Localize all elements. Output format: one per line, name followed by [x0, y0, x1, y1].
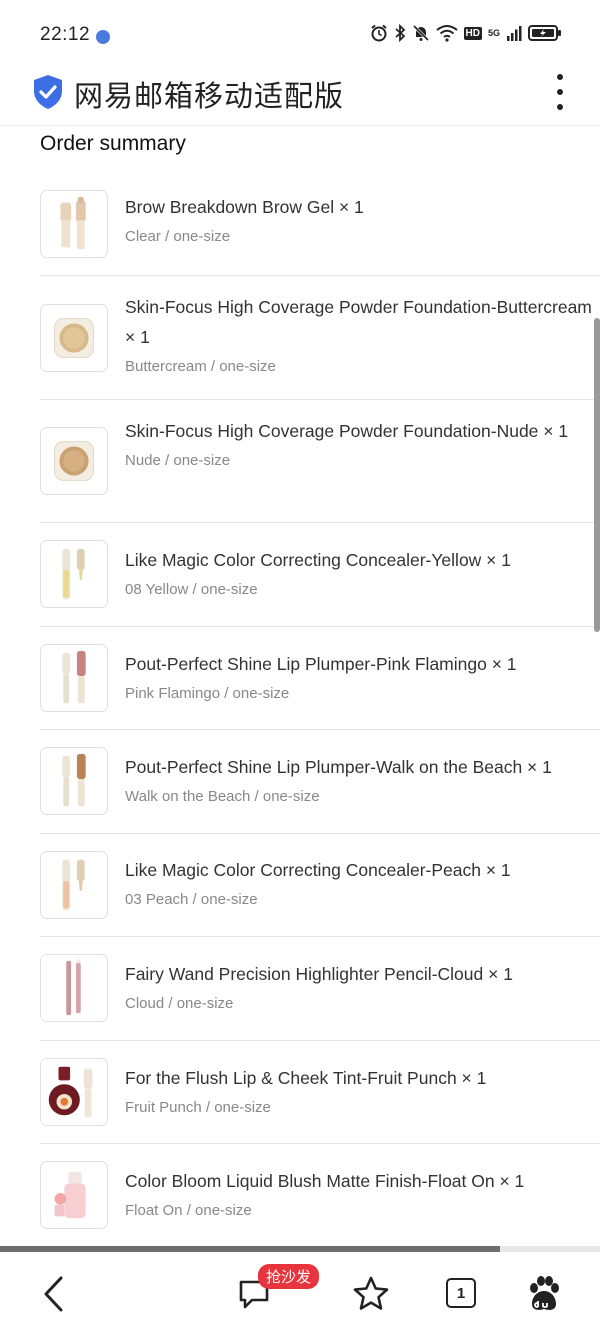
list-item: Color Bloom Liquid Blush Matte Finish-Fl…: [40, 1144, 600, 1246]
item-name: Pout-Perfect Shine Lip Plumper-Pink Flam…: [125, 654, 517, 674]
item-name: Brow Breakdown Brow Gel × 1: [125, 197, 364, 217]
order-summary-heading: Order summary: [40, 132, 186, 155]
item-variant: Nude / one-size: [125, 452, 231, 469]
list-item: Skin-Focus High Coverage Powder Foundati…: [40, 400, 600, 523]
hd-badge: HD: [463, 26, 482, 40]
tint-bottle-icon: [48, 1066, 93, 1118]
list-item: Brow Breakdown Brow Gel × 1 Clear / one-…: [40, 178, 600, 276]
back-button[interactable]: [32, 1272, 76, 1316]
favorite-button[interactable]: [349, 1272, 393, 1316]
status-time: 22:12: [40, 24, 91, 45]
star-icon: [353, 1276, 389, 1310]
item-name: Skin-Focus High Coverage Powder Foundati…: [125, 297, 592, 347]
product-thumbnail: [40, 304, 108, 372]
network-5g-label: 5G: [487, 28, 500, 38]
title-bar: 网易邮箱移动适配版: [0, 60, 600, 126]
item-variant: Float On / one-size: [125, 1202, 252, 1219]
item-name: For the Flush Lip & Cheek Tint-Fruit Pun…: [125, 1068, 487, 1088]
powder-compact-icon: [54, 318, 94, 358]
list-item: Fairy Wand Precision Highlighter Pencil-…: [40, 937, 600, 1041]
item-variant: Pink Flamingo / one-size: [125, 685, 290, 702]
concealer-wand-icon: [62, 548, 85, 600]
tabs-button[interactable]: 1: [446, 1278, 476, 1308]
status-bar: 22:12 HD 5G: [0, 0, 600, 60]
list-item: For the Flush Lip & Cheek Tint-Fruit Pun…: [40, 1041, 600, 1144]
order-items-list: Brow Breakdown Brow Gel × 1 Clear / one-…: [40, 178, 600, 1246]
lip-plumper-icon: [62, 650, 86, 704]
list-item: Pout-Perfect Shine Lip Plumper-Walk on t…: [40, 730, 600, 834]
product-thumbnail: [40, 427, 108, 495]
liquid-blush-icon: [54, 1171, 86, 1219]
more-dot-icon: [557, 74, 563, 80]
concealer-wand-icon: [62, 859, 85, 911]
product-thumbnail: [40, 644, 108, 712]
more-menu-button[interactable]: [554, 74, 566, 110]
powder-compact-icon: [54, 441, 94, 481]
battery-icon: [528, 25, 561, 41]
item-name: Pout-Perfect Shine Lip Plumper-Walk on t…: [125, 757, 552, 777]
baidu-home-button[interactable]: [522, 1272, 566, 1316]
chevron-left-icon: [44, 1276, 63, 1312]
wifi-icon: [435, 25, 458, 42]
status-icons: HD 5G: [370, 24, 562, 42]
baidu-paw-icon: [530, 1276, 559, 1310]
sofa-badge[interactable]: 抢沙发: [258, 1264, 320, 1289]
item-variant: Clear / one-size: [125, 228, 231, 245]
product-thumbnail: [40, 954, 108, 1022]
mute-bell-icon: [412, 24, 429, 42]
signal-icon: [507, 26, 522, 41]
product-thumbnail: [40, 747, 108, 815]
item-name: Skin-Focus High Coverage Powder Foundati…: [125, 421, 569, 441]
item-name: Color Bloom Liquid Blush Matte Finish-Fl…: [125, 1171, 525, 1191]
browser-bottom-nav: 抢沙发 1: [0, 1252, 600, 1332]
item-name: Fairy Wand Precision Highlighter Pencil-…: [125, 964, 513, 984]
item-variant: Buttercream / one-size: [125, 358, 276, 375]
list-item: Pout-Perfect Shine Lip Plumper-Pink Flam…: [40, 627, 600, 730]
list-item: Like Magic Color Correcting Concealer-Ye…: [40, 523, 600, 627]
page-title: 网易邮箱移动适配版: [74, 79, 345, 113]
scrollbar[interactable]: [594, 318, 600, 632]
list-item: Skin-Focus High Coverage Powder Foundati…: [40, 276, 600, 400]
item-name: Like Magic Color Correcting Concealer-Pe…: [125, 860, 511, 880]
item-variant: 08 Yellow / one-size: [125, 581, 258, 598]
more-dot-icon: [557, 89, 563, 95]
item-variant: Walk on the Beach / one-size: [125, 788, 320, 805]
bluetooth-icon: [394, 24, 405, 42]
more-dot-icon: [557, 104, 563, 110]
list-item: Like Magic Color Correcting Concealer-Pe…: [40, 834, 600, 937]
product-thumbnail: [40, 851, 108, 919]
email-content[interactable]: Order summary Brow Breakdown Brow Gel × …: [0, 126, 600, 1246]
highlighter-pencil-icon: [66, 957, 81, 1016]
brow-gel-tube-icon: [60, 196, 86, 250]
lip-plumper-icon: [62, 753, 86, 807]
item-variant: 03 Peach / one-size: [125, 891, 258, 908]
product-thumbnail: [40, 190, 108, 258]
alarm-icon: [370, 24, 387, 42]
item-name: Like Magic Color Correcting Concealer-Ye…: [125, 550, 511, 570]
product-thumbnail: [40, 1161, 108, 1229]
product-thumbnail: [40, 1058, 108, 1126]
product-thumbnail: [40, 540, 108, 608]
item-variant: Fruit Punch / one-size: [125, 1099, 271, 1116]
item-variant: Cloud / one-size: [125, 995, 234, 1012]
browser-globe-icon: [96, 30, 110, 44]
secure-shield-icon: [34, 75, 62, 109]
